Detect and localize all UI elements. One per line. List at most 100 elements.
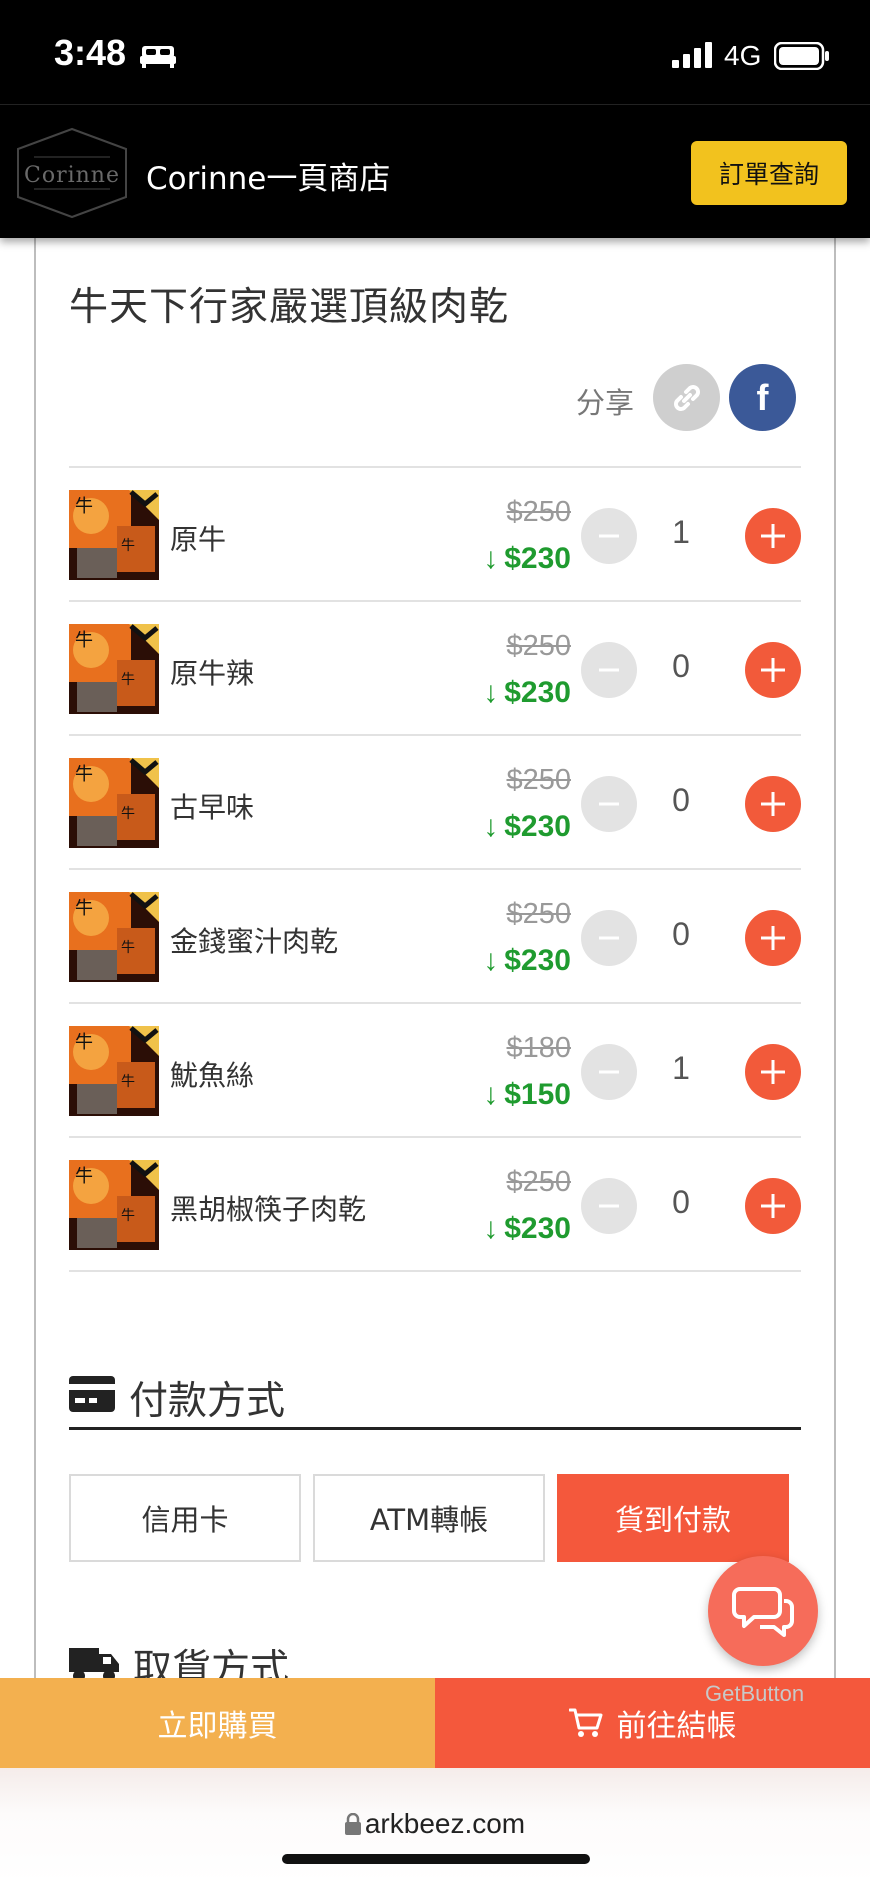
decrease-qty-button[interactable]: [581, 642, 637, 698]
share-label: 分享: [576, 386, 635, 420]
share-facebook-button[interactable]: f: [729, 364, 796, 431]
increase-qty-button[interactable]: [745, 910, 801, 966]
down-arrow-icon: ↓: [483, 810, 499, 843]
original-price: $250: [506, 898, 571, 930]
product-name: 金錢蜜汁肉乾: [170, 925, 339, 958]
bed-icon: [140, 46, 176, 68]
increase-qty-button[interactable]: [745, 1178, 801, 1234]
original-price: $250: [506, 630, 571, 662]
svg-text:牛: 牛: [121, 806, 135, 822]
status-bar: 3:48 4G: [0, 0, 870, 104]
link-icon: [673, 384, 700, 411]
sale-price: ↓ $230: [483, 1212, 571, 1245]
product-row: 牛 牛 金錢蜜汁肉乾 $250 ↓ $230 0: [69, 870, 801, 1004]
svg-text:牛: 牛: [75, 496, 93, 517]
svg-text:牛: 牛: [75, 1032, 93, 1053]
plus-icon: [761, 658, 785, 682]
increase-qty-button[interactable]: [745, 508, 801, 564]
cart-icon: [568, 1708, 602, 1737]
product-thumbnail: 牛 牛: [69, 892, 159, 982]
product-name: 古早味: [170, 791, 255, 824]
product-thumbnail: 牛 牛: [69, 490, 159, 580]
store-title: Corinne一頁商店: [146, 161, 391, 197]
minus-icon: [599, 802, 619, 806]
original-price: $250: [506, 764, 571, 796]
home-indicator: [282, 1854, 590, 1864]
credit-card-icon: [69, 1376, 115, 1412]
increase-qty-button[interactable]: [745, 1044, 801, 1100]
quantity-value: 1: [672, 1050, 690, 1086]
url-display[interactable]: arkbeez.com: [0, 1808, 870, 1840]
decrease-qty-button[interactable]: [581, 1044, 637, 1100]
browser-url-bar[interactable]: arkbeez.com: [0, 1768, 870, 1883]
share-link-button[interactable]: [653, 364, 720, 431]
chat-button[interactable]: [708, 1556, 818, 1666]
app-header: Corinne Corinne一頁商店 訂單查詢: [0, 104, 870, 238]
product-name: 原牛: [170, 523, 227, 556]
facebook-icon: f: [756, 376, 769, 418]
product-name: 黑胡椒筷子肉乾: [170, 1193, 367, 1226]
plus-icon: [761, 1060, 785, 1084]
decrease-qty-button[interactable]: [581, 776, 637, 832]
network-label: 4G: [724, 40, 762, 71]
checkout-label: 前往結帳: [616, 1709, 737, 1744]
svg-text:牛: 牛: [121, 1074, 135, 1090]
plus-icon: [761, 1194, 785, 1218]
product-name: 魷魚絲: [170, 1059, 255, 1092]
logo-text: Corinne: [24, 163, 120, 188]
store-logo[interactable]: Corinne: [14, 127, 130, 219]
original-price: $180: [506, 1032, 571, 1064]
plus-icon: [761, 792, 785, 816]
svg-text:牛: 牛: [121, 672, 135, 688]
sale-price: ↓ $230: [483, 944, 571, 977]
svg-text:牛: 牛: [121, 1208, 135, 1224]
status-time: 3:48: [54, 32, 127, 73]
increase-qty-button[interactable]: [745, 776, 801, 832]
battery-icon: [774, 42, 829, 70]
product-row: 牛 牛 原牛辣 $250 ↓ $230 0: [69, 602, 801, 736]
buy-now-button[interactable]: 立即購買: [0, 1678, 435, 1768]
plus-icon: [761, 926, 785, 950]
down-arrow-icon: ↓: [483, 676, 499, 709]
quantity-value: 0: [672, 782, 690, 818]
product-row: 牛 牛 魷魚絲 $180 ↓ $150 1: [69, 1004, 801, 1138]
decrease-qty-button[interactable]: [581, 1178, 637, 1234]
signal-icon: [672, 42, 712, 68]
increase-qty-button[interactable]: [745, 642, 801, 698]
order-query-button[interactable]: 訂單查詢: [691, 141, 847, 205]
decrease-qty-button[interactable]: [581, 508, 637, 564]
getbutton-label: GetButton: [705, 1681, 805, 1706]
product-title: 牛天下行家嚴選頂級肉乾: [69, 285, 510, 330]
quantity-value: 0: [672, 916, 690, 952]
original-price: $250: [506, 1166, 571, 1198]
url-text: arkbeez.com: [364, 1808, 526, 1839]
svg-text:牛: 牛: [75, 630, 93, 651]
payment-section-heading: 付款方式: [69, 1368, 801, 1430]
payment-option-credit-card[interactable]: 信用卡: [69, 1474, 301, 1562]
product-thumbnail: 牛 牛: [69, 758, 159, 848]
svg-text:牛: 牛: [121, 940, 135, 956]
product-row: 牛 牛 黑胡椒筷子肉乾 $250 ↓ $230 0: [69, 1138, 801, 1272]
sale-price: ↓ $230: [483, 676, 571, 709]
decrease-qty-button[interactable]: [581, 910, 637, 966]
down-arrow-icon: ↓: [483, 542, 499, 575]
plus-icon: [761, 524, 785, 548]
down-arrow-icon: ↓: [483, 1078, 499, 1111]
minus-icon: [599, 668, 619, 672]
svg-text:牛: 牛: [75, 1166, 93, 1187]
product-row: 牛 牛 古早味 $250 ↓ $230 0: [69, 736, 801, 870]
quantity-value: 0: [672, 648, 690, 684]
checkout-button[interactable]: 前往結帳: [435, 1678, 870, 1768]
lock-icon: [344, 1813, 361, 1835]
down-arrow-icon: ↓: [483, 944, 499, 977]
product-thumbnail: 牛 牛: [69, 1160, 159, 1250]
payment-option-cash-on-delivery[interactable]: 貨到付款: [557, 1474, 789, 1562]
pickup-title: 取貨方式: [133, 1647, 290, 1678]
quantity-value: 1: [672, 514, 690, 550]
svg-text:牛: 牛: [75, 898, 93, 919]
minus-icon: [599, 1070, 619, 1074]
down-arrow-icon: ↓: [483, 1212, 499, 1245]
minus-icon: [599, 936, 619, 940]
product-row: 牛 牛 原牛 $250 ↓ $230 1: [69, 468, 801, 602]
payment-option-atm[interactable]: ATM轉帳: [313, 1474, 545, 1562]
